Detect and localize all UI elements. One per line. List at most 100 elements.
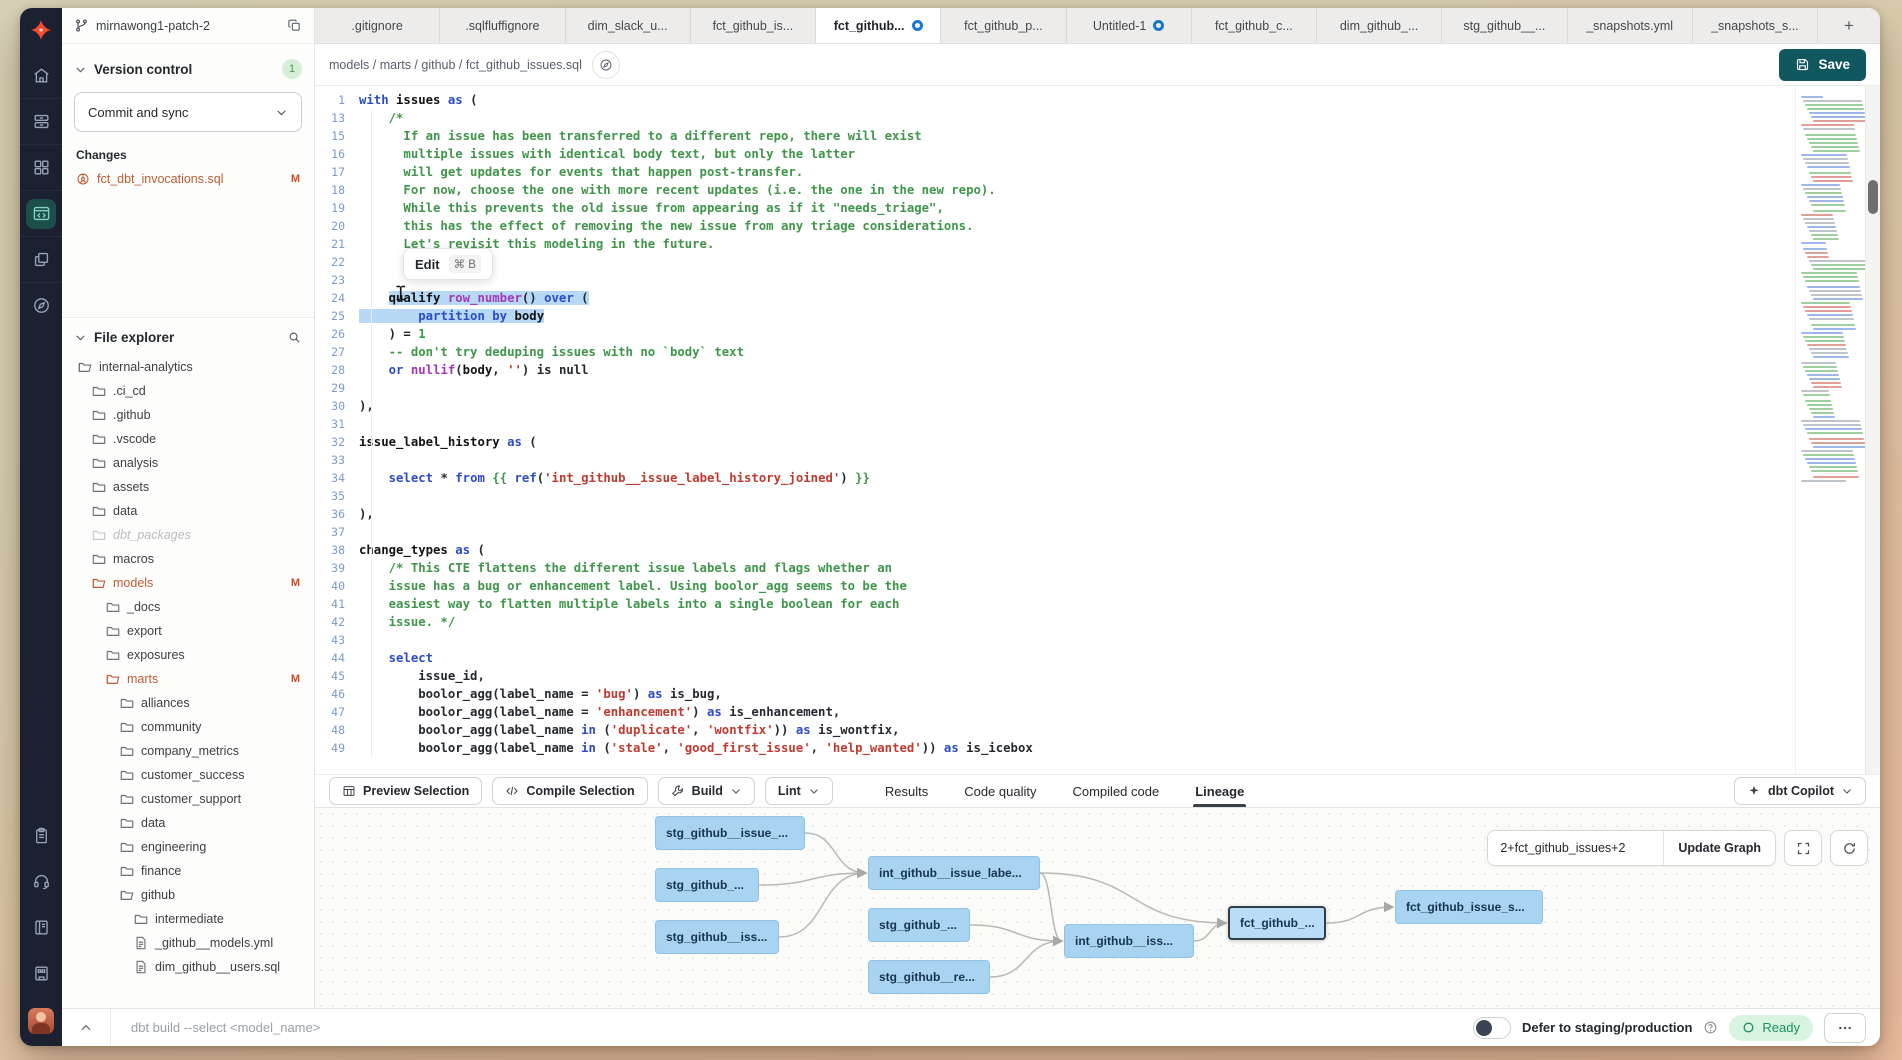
- code-line-47[interactable]: 47 boolor_agg(label_name = 'enhancement'…: [315, 703, 1795, 721]
- code-line-41[interactable]: 41 easiest way to flatten multiple label…: [315, 595, 1795, 613]
- code-line-16[interactable]: 16 multiple issues with identical body t…: [315, 145, 1795, 163]
- code-editor[interactable]: Edit ⌘ B 1with issues as (13 /*15 If an …: [315, 86, 1880, 774]
- fullscreen-button[interactable]: [1784, 830, 1822, 866]
- file-explorer-header[interactable]: File explorer: [62, 317, 314, 355]
- code-line-28[interactable]: 28 or nullif(body, '') is null: [315, 361, 1795, 379]
- user-avatar[interactable]: [28, 1008, 54, 1034]
- archive-boxes-icon[interactable]: [20, 98, 62, 144]
- lineage-node-7[interactable]: fct_github_...: [1228, 906, 1326, 940]
- lint-button[interactable]: Lint: [765, 777, 833, 805]
- lineage-node-8[interactable]: fct_github_issue_s...: [1395, 890, 1543, 924]
- tree-item-internal-analytics[interactable]: internal-analytics: [62, 355, 314, 379]
- changed-file-item[interactable]: fct_dbt_invocations.sql M: [62, 169, 314, 189]
- code-line-21[interactable]: 21 Let's revisit this modeling in the fu…: [315, 235, 1795, 253]
- edit-popup[interactable]: Edit ⌘ B: [403, 248, 493, 280]
- code-line-45[interactable]: 45 issue_id,: [315, 667, 1795, 685]
- code-line-23[interactable]: 23: [315, 271, 1795, 289]
- tree-item-export[interactable]: export: [62, 619, 314, 643]
- tree-item-macros[interactable]: macros: [62, 547, 314, 571]
- notebook-icon[interactable]: [20, 904, 62, 950]
- compass-icon[interactable]: [20, 282, 62, 328]
- code-line-24[interactable]: 24 qualify row_number() over (: [315, 289, 1795, 307]
- save-button[interactable]: Save: [1779, 49, 1866, 81]
- tree-item-_docs[interactable]: _docs: [62, 595, 314, 619]
- tab-fct_github_p...[interactable]: fct_github_p...: [941, 8, 1066, 43]
- code-line-32[interactable]: 32issue_label_history as (: [315, 433, 1795, 451]
- code-line-35[interactable]: 35: [315, 487, 1795, 505]
- code-line-43[interactable]: 43: [315, 631, 1795, 649]
- overlap-windows-icon[interactable]: [20, 236, 62, 282]
- code-line-25[interactable]: 25 partition by body: [315, 307, 1795, 325]
- tree-item-data[interactable]: data: [62, 811, 314, 835]
- tab-stg_github__...[interactable]: stg_github__...: [1442, 8, 1567, 43]
- lineage-compass-button[interactable]: [592, 51, 620, 79]
- code-line-29[interactable]: 29: [315, 379, 1795, 397]
- code-line-48[interactable]: 48 boolor_agg(label_name in ('duplicate'…: [315, 721, 1795, 739]
- code-line-19[interactable]: 19 While this prevents the old issue fro…: [315, 199, 1795, 217]
- lineage-node-2[interactable]: stg_github__iss...: [655, 920, 779, 954]
- help-icon[interactable]: [1703, 1020, 1718, 1035]
- tab-fct_github_is...[interactable]: fct_github_is...: [691, 8, 816, 43]
- editor-scrollbar[interactable]: [1865, 86, 1880, 774]
- tree-item-github[interactable]: github: [62, 883, 314, 907]
- lineage-node-1[interactable]: stg_github_...: [655, 868, 759, 902]
- result-tab-lineage[interactable]: Lineage: [1195, 775, 1244, 807]
- lineage-node-0[interactable]: stg_github__issue_...: [655, 816, 805, 850]
- tab-fct_github_c...[interactable]: fct_github_c...: [1192, 8, 1317, 43]
- tree-item-.vscode[interactable]: .vscode: [62, 427, 314, 451]
- code-line-44[interactable]: 44 select: [315, 649, 1795, 667]
- code-line-42[interactable]: 42 issue. */: [315, 613, 1795, 631]
- new-tab-button[interactable]: +: [1818, 8, 1880, 43]
- tree-item-customer_support[interactable]: customer_support: [62, 787, 314, 811]
- code-line-40[interactable]: 40 issue has a bug or enhancement label.…: [315, 577, 1795, 595]
- code-line-46[interactable]: 46 boolor_agg(label_name = 'bug') as is_…: [315, 685, 1795, 703]
- code-line-49[interactable]: 49 boolor_agg(label_name in ('stale', 'g…: [315, 739, 1795, 757]
- code-line-39[interactable]: 39 /* This CTE flattens the different is…: [315, 559, 1795, 577]
- tree-item-community[interactable]: community: [62, 715, 314, 739]
- result-tab-code-quality[interactable]: Code quality: [964, 775, 1036, 807]
- tab-_snapshots_s...[interactable]: _snapshots_s...: [1693, 8, 1818, 43]
- preview-selection-button[interactable]: Preview Selection: [329, 777, 482, 805]
- copy-icon[interactable]: [287, 18, 302, 33]
- dbt-logo[interactable]: [20, 8, 62, 52]
- tab-.sqlfluffignore[interactable]: .sqlfluffignore: [440, 8, 565, 43]
- result-tab-compiled-code[interactable]: Compiled code: [1072, 775, 1159, 807]
- code-line-18[interactable]: 18 For now, choose the one with more rec…: [315, 181, 1795, 199]
- defer-toggle[interactable]: [1473, 1017, 1511, 1039]
- version-control-header[interactable]: Version control 1: [62, 44, 314, 88]
- code-line-34[interactable]: 34 select * from {{ ref('int_github__iss…: [315, 469, 1795, 487]
- lineage-node-5[interactable]: stg_github__re...: [868, 960, 990, 994]
- refresh-button[interactable]: [1830, 830, 1868, 866]
- code-line-13[interactable]: 13 /*: [315, 109, 1795, 127]
- command-input[interactable]: [111, 1020, 1473, 1035]
- code-line-27[interactable]: 27 -- don't try deduping issues with no …: [315, 343, 1795, 361]
- tree-item-models[interactable]: modelsM: [62, 571, 314, 595]
- lineage-node-4[interactable]: stg_github_...: [868, 908, 970, 942]
- result-tab-results[interactable]: Results: [885, 775, 928, 807]
- code-line-17[interactable]: 17 will get updates for events that happ…: [315, 163, 1795, 181]
- clipboard-icon[interactable]: [20, 812, 62, 858]
- home-icon[interactable]: [20, 52, 62, 98]
- code-line-38[interactable]: 38change_types as (: [315, 541, 1795, 559]
- tree-item-.github[interactable]: .github: [62, 403, 314, 427]
- tab-dim_slack_u...[interactable]: dim_slack_u...: [566, 8, 691, 43]
- tree-item-analysis[interactable]: analysis: [62, 451, 314, 475]
- code-line-37[interactable]: 37: [315, 523, 1795, 541]
- compile-selection-button[interactable]: Compile Selection: [492, 777, 647, 805]
- tree-item-company_metrics[interactable]: company_metrics: [62, 739, 314, 763]
- tree-item-_github__models.yml[interactable]: _github__models.yml: [62, 931, 314, 955]
- tree-item-assets[interactable]: assets: [62, 475, 314, 499]
- minimap[interactable]: [1795, 86, 1865, 774]
- commit-and-sync-button[interactable]: Commit and sync: [74, 92, 302, 132]
- code-line-15[interactable]: 15 If an issue has been transferred to a…: [315, 127, 1795, 145]
- build-button[interactable]: Build: [658, 777, 755, 805]
- code-line-20[interactable]: 20 this has the effect of removing the n…: [315, 217, 1795, 235]
- tab-Untitled-1[interactable]: Untitled-1: [1067, 8, 1192, 43]
- status-badge[interactable]: Ready: [1729, 1015, 1813, 1041]
- scrollbar-thumb[interactable]: [1868, 180, 1878, 214]
- lineage-search-input[interactable]: [1488, 831, 1664, 865]
- code-line-33[interactable]: 33: [315, 451, 1795, 469]
- tree-item-engineering[interactable]: engineering: [62, 835, 314, 859]
- code-line-30[interactable]: 30),: [315, 397, 1795, 415]
- tree-item-dbt_packages[interactable]: dbt_packages: [62, 523, 314, 547]
